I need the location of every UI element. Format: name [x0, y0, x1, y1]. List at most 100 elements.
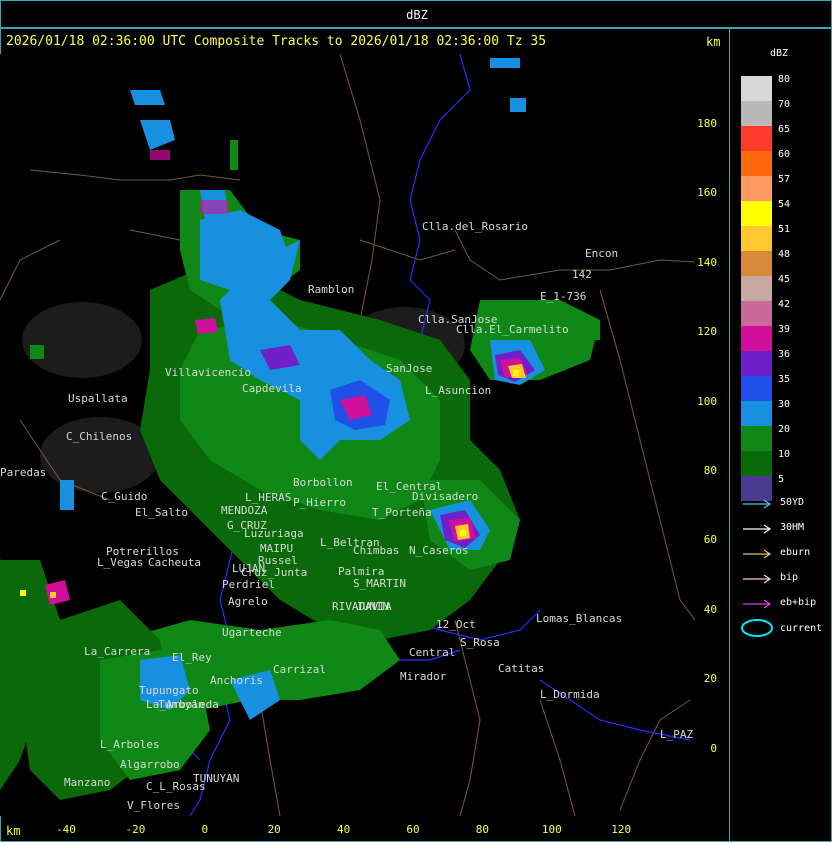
place-label: Clla.El_Carmelito: [456, 323, 569, 336]
place-label: Cacheuta: [148, 556, 201, 569]
color-swatch: [741, 126, 772, 151]
place-label: T_Porteña: [372, 506, 432, 519]
x-tick-label: 20: [267, 823, 281, 836]
x-tick-label: 80: [475, 823, 490, 836]
place-label: La_Arboleda: [146, 698, 219, 711]
y-tick-label: 160: [697, 186, 717, 200]
color-swatch: [741, 351, 772, 376]
place-label: Carrizal: [273, 663, 326, 676]
current-ellipse-icon: [741, 619, 773, 637]
track-arrow-icon: [743, 549, 772, 559]
top-title: dBZ: [406, 8, 428, 22]
track-arrow-icon: [743, 524, 772, 534]
place-label: 12_Oct: [436, 618, 476, 631]
place-label: Ramblon: [308, 283, 354, 296]
place-label: L_Dormida: [540, 688, 600, 701]
place-label: Luzuriaga: [244, 527, 304, 540]
x-tick-label: 120: [611, 823, 632, 836]
y-tick-label: 0: [710, 741, 717, 755]
color-swatch-label: 51: [778, 224, 791, 235]
place-label: S_Rosa: [460, 636, 500, 649]
place-label: Uspallata: [68, 392, 128, 405]
km-label-bottom: km: [6, 824, 21, 838]
km-label-top: km: [706, 35, 721, 49]
color-swatch: [741, 376, 772, 401]
place-label: Perdriel: [222, 578, 275, 591]
place-label: Ugarteche: [222, 626, 282, 639]
place-label: Agrelo: [228, 595, 268, 608]
place-label: 142: [572, 268, 592, 281]
place-label: Divisadero: [412, 490, 478, 503]
x-tick-label: 0: [201, 823, 209, 836]
track-label: 50YD: [780, 497, 805, 508]
place-label: Lomas_Blancas: [536, 612, 622, 625]
y-tick-label: 120: [697, 325, 717, 339]
radar-map[interactable]: Clla.del_Rosario Encon 142 E_1-736 Ramblon Cl…: [0, 54, 695, 816]
color-swatch: [741, 226, 772, 251]
place-label: C_L_Rosas: [146, 780, 206, 793]
color-swatch: [741, 201, 772, 226]
place-label: L_Arboles: [100, 738, 160, 751]
color-swatch-label: 45: [778, 274, 791, 285]
place-label: P_Hierro: [293, 496, 346, 509]
place-label: Catitas: [498, 662, 544, 675]
color-swatch: [741, 401, 772, 426]
y-tick-label: 180: [697, 117, 717, 130]
color-swatch-label: 36: [778, 349, 791, 360]
color-swatch-label: 54: [778, 199, 791, 210]
map-header: 2026/01/18 02:36:00 UTC Composite Tracks…: [6, 34, 547, 49]
place-label: Algarrobo: [120, 758, 180, 771]
place-label: SanJose: [386, 362, 432, 375]
y-tick-label: 20: [703, 672, 717, 686]
color-swatch-label: 57: [778, 174, 791, 185]
color-swatch-label: 5: [778, 474, 785, 485]
place-label: Paredas: [0, 466, 46, 479]
place-label: L_PAZ: [660, 728, 693, 741]
color-swatch-label: 60: [778, 149, 791, 160]
color-swatch-label: 65: [778, 124, 791, 135]
color-swatch-label: 48: [778, 249, 791, 260]
place-label: Capdevila: [242, 382, 302, 395]
track-arrow-icon: [743, 574, 772, 584]
place-label: Villavicencio: [165, 366, 251, 379]
x-tick-label: -40: [56, 823, 76, 836]
color-swatch-label: 35: [778, 374, 791, 385]
place-label: Central: [409, 646, 455, 659]
x-tick-label: 40: [336, 823, 351, 836]
place-label: Anchoris: [210, 674, 263, 687]
place-label: Manzano: [64, 776, 110, 789]
track-label: eb+bip: [780, 597, 817, 608]
legend-current-label: current: [780, 623, 823, 634]
place-label: E_1-736: [540, 290, 586, 303]
place-label: Borbollon: [293, 476, 353, 489]
track-label: bip: [780, 572, 799, 583]
color-swatch: [741, 176, 772, 201]
color-swatch-label: 39: [778, 324, 791, 335]
place-label: L_Asuncion: [425, 384, 491, 397]
place-label: L_HERAS: [245, 491, 291, 504]
color-swatch: [741, 426, 772, 451]
place-label: La_Carrera: [84, 645, 150, 658]
y-tick-label: 60: [703, 533, 717, 547]
place-label: El_Rey: [172, 651, 212, 664]
place-label: N_Caseros: [409, 544, 469, 557]
place-label: S_MARTIN: [353, 577, 406, 590]
place-label: JUNIN: [356, 600, 389, 613]
y-tick-label: 40: [703, 602, 717, 616]
color-swatch-label: 20: [778, 424, 791, 435]
place-label: V_Flores: [127, 799, 180, 812]
color-swatch-label: 42: [778, 299, 791, 310]
place-label: L_Vegas: [97, 556, 143, 569]
color-swatch: [741, 101, 772, 126]
color-swatch-label: 10: [778, 449, 791, 460]
track-arrow-icon: [743, 599, 772, 609]
color-swatch: [741, 326, 772, 351]
place-label: C_Chilenos: [66, 430, 132, 443]
color-swatch: [741, 276, 772, 301]
y-tick-label: 140: [697, 255, 717, 269]
y-tick-label: 80: [703, 464, 717, 477]
place-label: Mirador: [400, 670, 447, 683]
track-arrow-icon: [743, 499, 772, 509]
color-swatch-label: 30: [778, 399, 791, 410]
y-tick-label: 100: [697, 394, 717, 408]
